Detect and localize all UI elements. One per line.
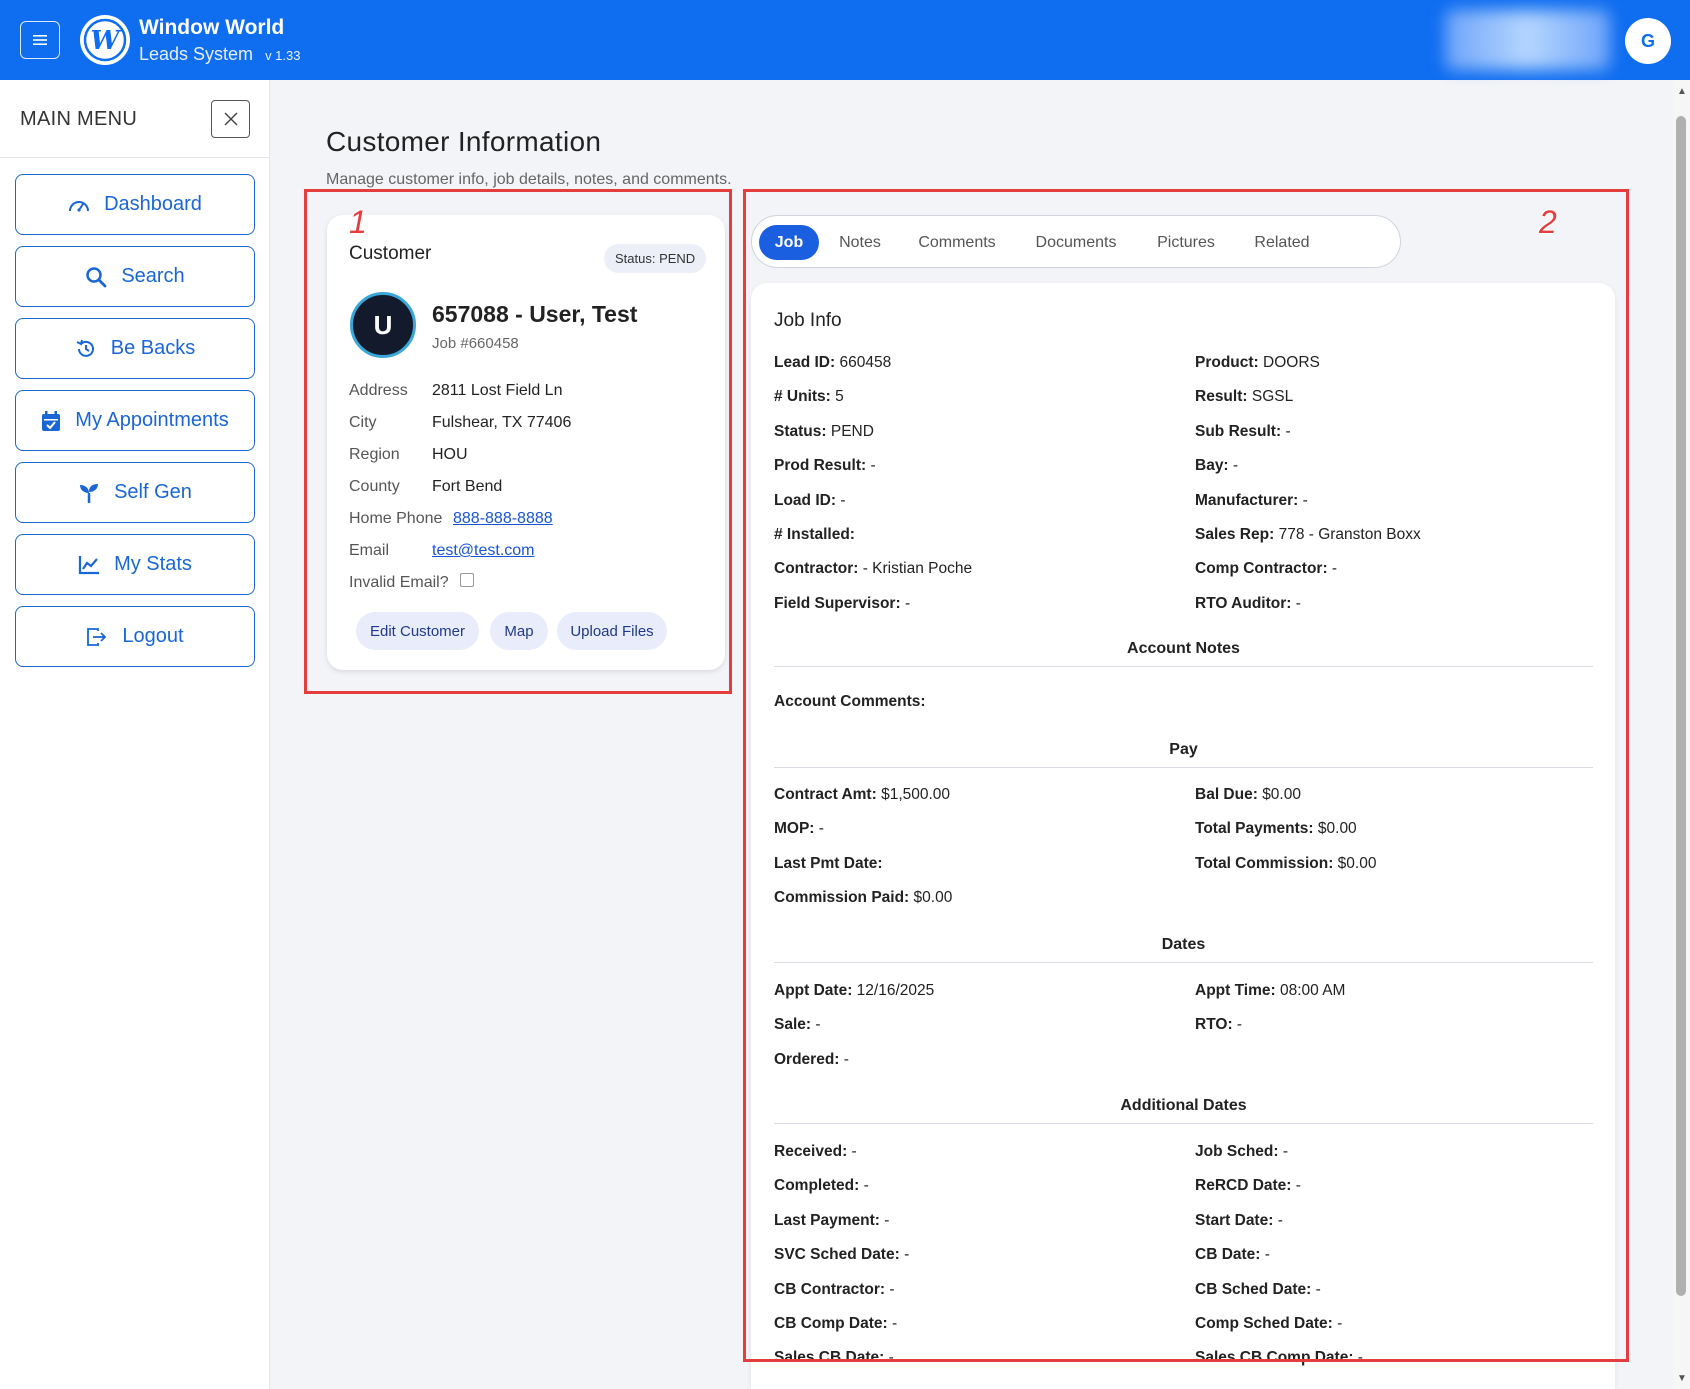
sidebar-item-dashboard[interactable]: Dashboard — [15, 174, 255, 235]
annotation-box-2 — [743, 189, 1629, 1362]
user-avatar[interactable]: G — [1625, 18, 1671, 64]
sidebar-header: MAIN MENU — [0, 80, 270, 158]
svg-text:W: W — [90, 26, 122, 56]
sidebar-item-label: Logout — [122, 625, 184, 647]
scroll-up-arrow[interactable]: ▲ — [1677, 86, 1687, 97]
sidebar-item-my-stats[interactable]: My Stats — [15, 534, 255, 595]
close-sidebar-button[interactable] — [211, 100, 250, 138]
sidebar-item-my-appointments[interactable]: My Appointments — [15, 390, 255, 451]
hamburger-icon — [33, 35, 47, 45]
sidebar-item-label: Be Backs — [110, 337, 196, 359]
history-icon — [75, 338, 97, 360]
search-icon — [85, 266, 107, 288]
main-menu-title: MAIN MENU — [20, 108, 138, 130]
calendar-icon — [41, 410, 61, 432]
sidebar-item-label: Dashboard — [104, 193, 202, 215]
annotation-box-1 — [304, 189, 732, 694]
brand-subtitle: Leads System v 1.33 — [139, 44, 300, 65]
page-title: Customer Information — [326, 126, 602, 157]
scrollbar-thumb[interactable] — [1676, 116, 1686, 1296]
version-label: v 1.33 — [265, 48, 301, 63]
brand-title: Window World — [139, 16, 285, 39]
sprout-icon — [78, 482, 100, 504]
window-world-logo[interactable]: W — [80, 15, 130, 65]
logout-icon — [86, 627, 108, 647]
sidebar-item-be-backs[interactable]: Be Backs — [15, 318, 255, 379]
dashboard-icon — [68, 196, 90, 214]
top-navbar: W Window World Leads System v 1.33 G — [0, 0, 1690, 80]
chart-icon — [78, 555, 100, 575]
blurred-user-info — [1445, 10, 1610, 70]
hamburger-menu-button[interactable] — [20, 21, 60, 59]
sidebar-item-logout[interactable]: Logout — [15, 606, 255, 667]
sidebar-item-search[interactable]: Search — [15, 246, 255, 307]
close-icon — [224, 112, 237, 126]
brand-subtitle-text: Leads System — [139, 44, 254, 64]
annotation-label-2: 2 — [1539, 204, 1557, 240]
sidebar-item-label: My Stats — [114, 553, 192, 575]
page-subtitle: Manage customer info, job details, notes… — [326, 171, 732, 188]
sidebar-item-label: Self Gen — [114, 481, 192, 503]
scroll-down-arrow[interactable]: ▼ — [1677, 1373, 1687, 1384]
sidebar-item-self-gen[interactable]: Self Gen — [15, 462, 255, 523]
sidebar-item-label: Search — [121, 265, 185, 287]
sidebar-item-label: My Appointments — [75, 409, 229, 431]
annotation-label-1: 1 — [349, 204, 367, 240]
sidebar: MAIN MENU Dashboard Search Be Backs My A… — [0, 80, 270, 1389]
